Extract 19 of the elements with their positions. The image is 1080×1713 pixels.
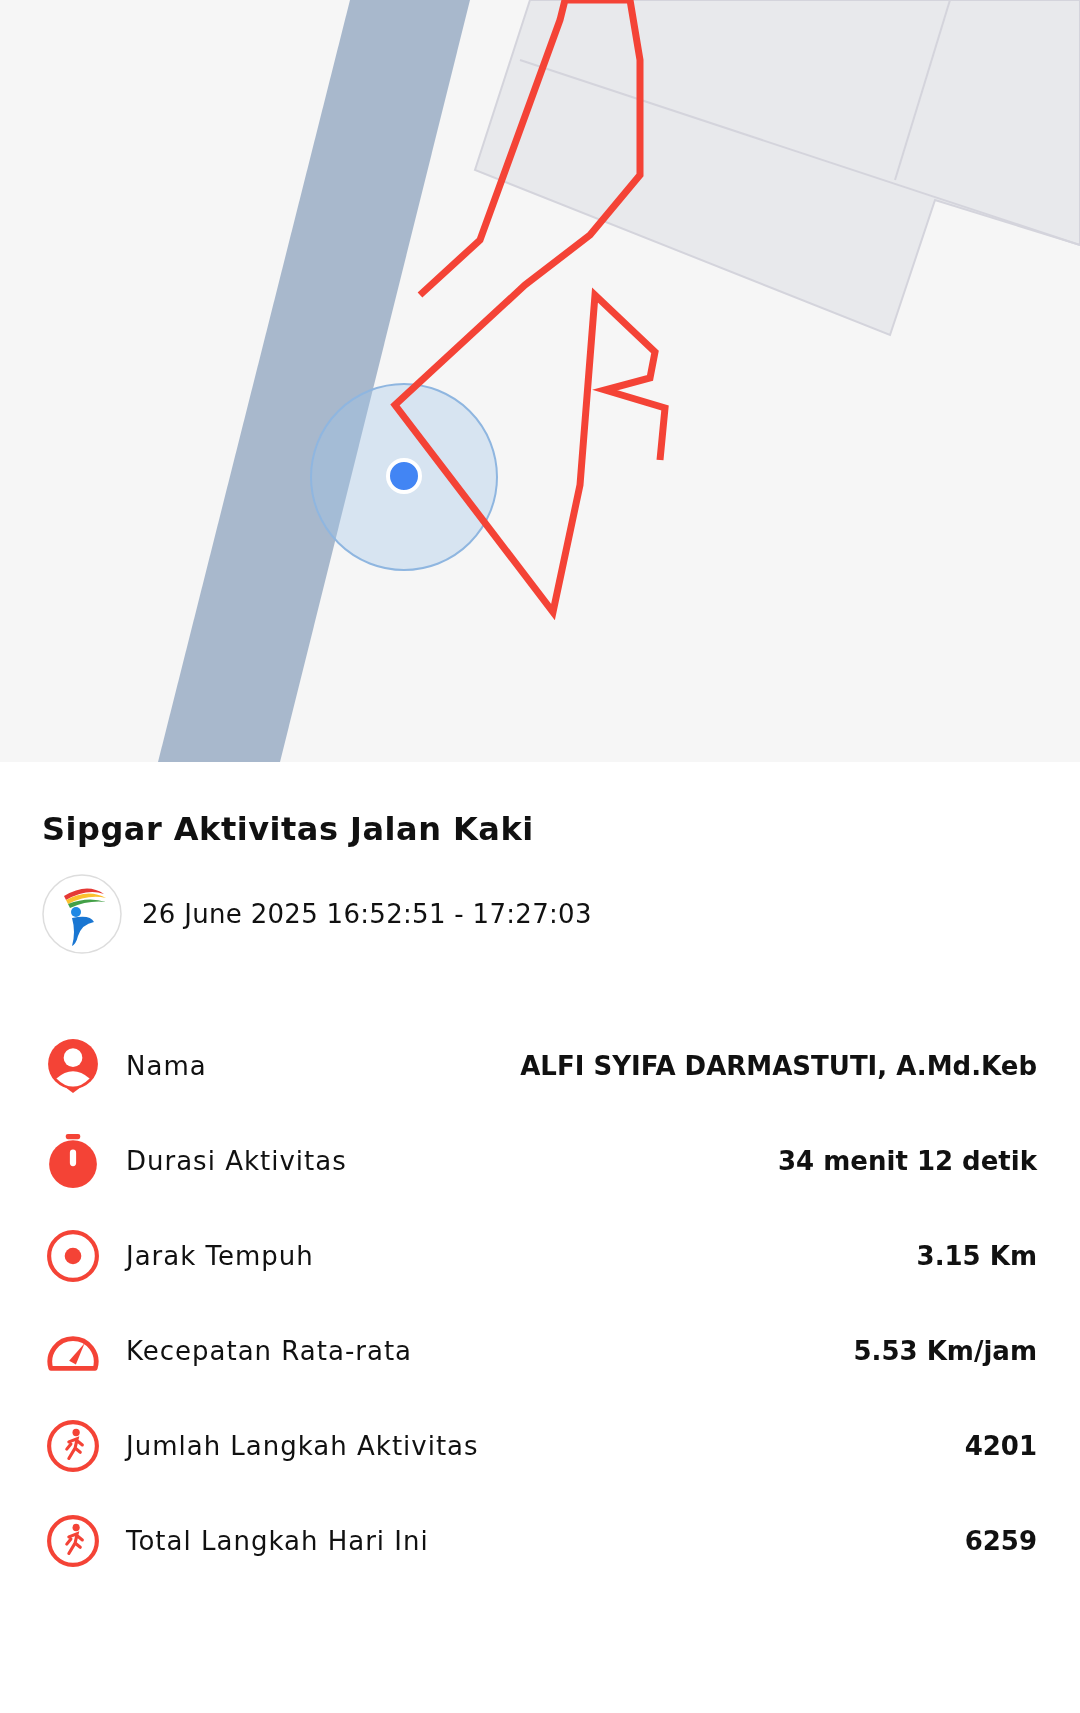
stat-label: Total Langkah Hari Ini <box>126 1525 430 1556</box>
stat-label: Durasi Aktivitas <box>126 1145 348 1176</box>
time-range: 26 June 2025 16:52:51 - 17:27:03 <box>142 899 592 929</box>
person-icon <box>46 1038 100 1093</box>
stat-value: 34 menit 12 detik <box>778 1145 1037 1176</box>
stat-value: 5.53 Km/jam <box>853 1335 1037 1366</box>
activity-title: Sipgar Aktivitas Jalan Kaki <box>42 810 535 848</box>
stat-label: Nama <box>126 1050 208 1081</box>
stat-label: Jumlah Langkah Aktivitas <box>126 1430 480 1461</box>
walking-icon <box>46 1418 100 1473</box>
stat-value: ALFI SYIFA DARMASTUTI, A.Md.Keb <box>520 1050 1037 1081</box>
stat-value: 6259 <box>964 1525 1037 1556</box>
walking-icon <box>46 1513 100 1568</box>
stat-value: 3.15 Km <box>916 1240 1037 1271</box>
stat-label: Kecepatan Rata-rata <box>126 1335 414 1366</box>
stat-value: 4201 <box>964 1430 1037 1461</box>
target-icon <box>46 1228 100 1283</box>
stat-label: Jarak Tempuh <box>126 1240 315 1271</box>
stopwatch-icon <box>46 1133 100 1188</box>
